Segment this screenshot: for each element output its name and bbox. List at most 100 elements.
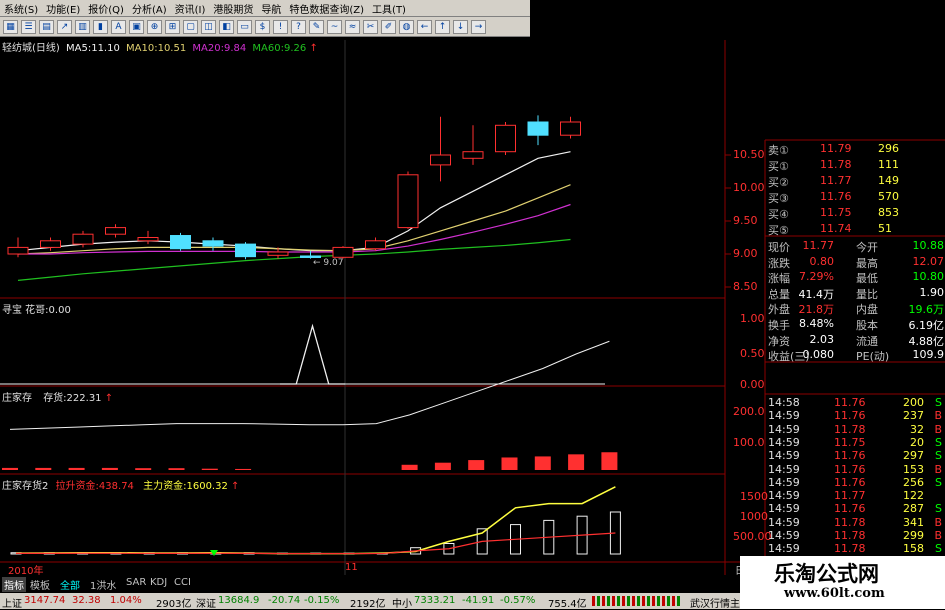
sh-amount: 2903亿: [156, 599, 192, 610]
tick-side: B: [934, 462, 942, 476]
sz-amount: 2192亿: [350, 599, 386, 610]
candle-down: [527, 121, 549, 136]
level-price: 11.79: [820, 142, 852, 155]
quote-value: 7.29%: [799, 270, 834, 284]
candle-up: [72, 233, 94, 245]
sh-index: 3147.74: [24, 595, 66, 606]
bid-row[interactable]: 买① 11.78 111: [766, 157, 945, 173]
tick-price: 11.78: [834, 515, 866, 529]
tick-side: B: [934, 409, 942, 423]
tick-row: 14:58 11.76 200 S: [766, 396, 945, 410]
tick-side: S: [935, 435, 942, 449]
candle-down: [235, 243, 256, 258]
bid-row[interactable]: 买③ 11.76 570: [766, 189, 945, 205]
bid-row[interactable]: 买⑤ 11.74 51: [766, 221, 945, 237]
sh-change: 32.38: [72, 595, 101, 606]
quote-label: 最高: [856, 256, 878, 270]
tab-flood[interactable]: 1洪水: [90, 577, 116, 592]
quote-value: 0.80: [809, 254, 835, 268]
zjc-bar: [601, 452, 618, 470]
bid-row[interactable]: 买④ 11.75 853: [766, 205, 945, 221]
tab-indicator[interactable]: 指标: [2, 577, 26, 592]
tick-price: 11.76: [834, 449, 866, 463]
zjc2-main-fund-line: [15, 486, 616, 555]
tick-volume: 32: [910, 422, 924, 436]
quote-value: 6.19亿: [908, 319, 945, 332]
bid-row[interactable]: 买② 11.77 149: [766, 173, 945, 189]
sh-label: 上证: [2, 599, 22, 610]
zjc-bar: [168, 468, 185, 470]
quote-label: 最低: [856, 272, 878, 286]
tick-row: 14:59 11.78 158 S: [766, 542, 945, 556]
tick-price: 11.76: [834, 475, 866, 489]
tick-price: 11.77: [834, 489, 866, 503]
quote-label: 外盘: [768, 303, 790, 317]
tab-template[interactable]: 模板: [30, 577, 50, 592]
tick-row: 14:59 11.76 297 S: [766, 449, 945, 463]
sz-change: -20.74: [268, 595, 301, 606]
zjc-inventory-line: [9, 340, 610, 430]
ind1-tick: 0.50: [740, 347, 765, 360]
ask-row[interactable]: 卖① 11.79 296: [766, 141, 945, 157]
low-annotation: ← 9.07: [313, 258, 344, 268]
quote-label: 量比: [856, 287, 878, 301]
quote-label: 今开: [856, 241, 878, 254]
tick-volume: 341: [903, 515, 924, 529]
zjc2-lift-fund-line: [16, 532, 616, 555]
watermark: 乐淘公式网 www.60lt.com: [740, 556, 945, 609]
level-label: 买①: [768, 160, 789, 173]
quote-label: 现价: [768, 241, 790, 254]
tick-volume: 200: [903, 396, 924, 409]
tick-side: B: [934, 515, 942, 529]
zjc2-main: 主力资金:1600.32: [143, 481, 228, 492]
quote-label: 涨幅: [768, 272, 790, 286]
tick-price: 11.78: [834, 422, 866, 436]
level-volume: 51: [878, 222, 892, 235]
quote-value: 10.80: [912, 270, 945, 284]
tab-cci[interactable]: CCI: [174, 577, 191, 588]
tick-time: 14:59: [768, 489, 800, 503]
quote-value: 4.88亿: [908, 334, 945, 348]
quote-value: 21.8万: [798, 303, 835, 317]
tick-time: 14:59: [768, 422, 800, 436]
quote-value: 1.90: [919, 285, 945, 299]
tick-time: 14:59: [768, 515, 800, 529]
candle-up: [495, 124, 516, 153]
sh-percent: 1.04%: [110, 595, 142, 606]
quote-label: 换手: [768, 319, 790, 332]
sz-index: 13684.9: [218, 595, 260, 606]
quote-value: 2.03: [809, 332, 835, 346]
tick-time: 14:59: [768, 449, 800, 463]
zjc-bar: [35, 467, 52, 470]
candle-down: [170, 235, 191, 250]
quote-row: 现价 11.77 今开 10.88: [766, 238, 945, 254]
price-tick: 9.50: [733, 214, 758, 227]
tab-kdj[interactable]: KDJ: [150, 577, 167, 588]
tab-sar[interactable]: SAR: [126, 577, 146, 588]
tick-volume: 153: [903, 462, 924, 476]
price-tick: 10.00: [733, 181, 765, 194]
tick-volume: 158: [903, 542, 924, 556]
level-price: 11.76: [820, 190, 852, 203]
quote-value: 10.88: [912, 239, 945, 252]
level-volume: 149: [878, 174, 899, 187]
candle-up: [397, 174, 419, 229]
candle-up: [430, 154, 451, 166]
zx-percent: -0.57%: [500, 595, 536, 606]
tick-side: B: [934, 422, 942, 436]
price-tick: 9.00: [733, 247, 758, 260]
xaxis-month: 11: [345, 562, 358, 573]
tick-price: 11.76: [834, 396, 866, 409]
xunbao-signal-line: [280, 323, 345, 385]
sz-percent: -0.15%: [304, 595, 340, 606]
tick-row: 14:59 11.76 256 S: [766, 476, 945, 490]
level-label: 买④: [768, 208, 789, 221]
candle-up: [365, 240, 386, 250]
zjc-bar: [468, 460, 485, 470]
tick-volume: 256: [903, 475, 924, 489]
tab-all[interactable]: 全部: [60, 577, 80, 592]
candle-up: [462, 151, 484, 159]
tick-price: 11.78: [834, 529, 866, 542]
quote-row: 总量 41.4万 量比 1.90: [766, 285, 945, 301]
level-label: 买③: [768, 192, 789, 205]
